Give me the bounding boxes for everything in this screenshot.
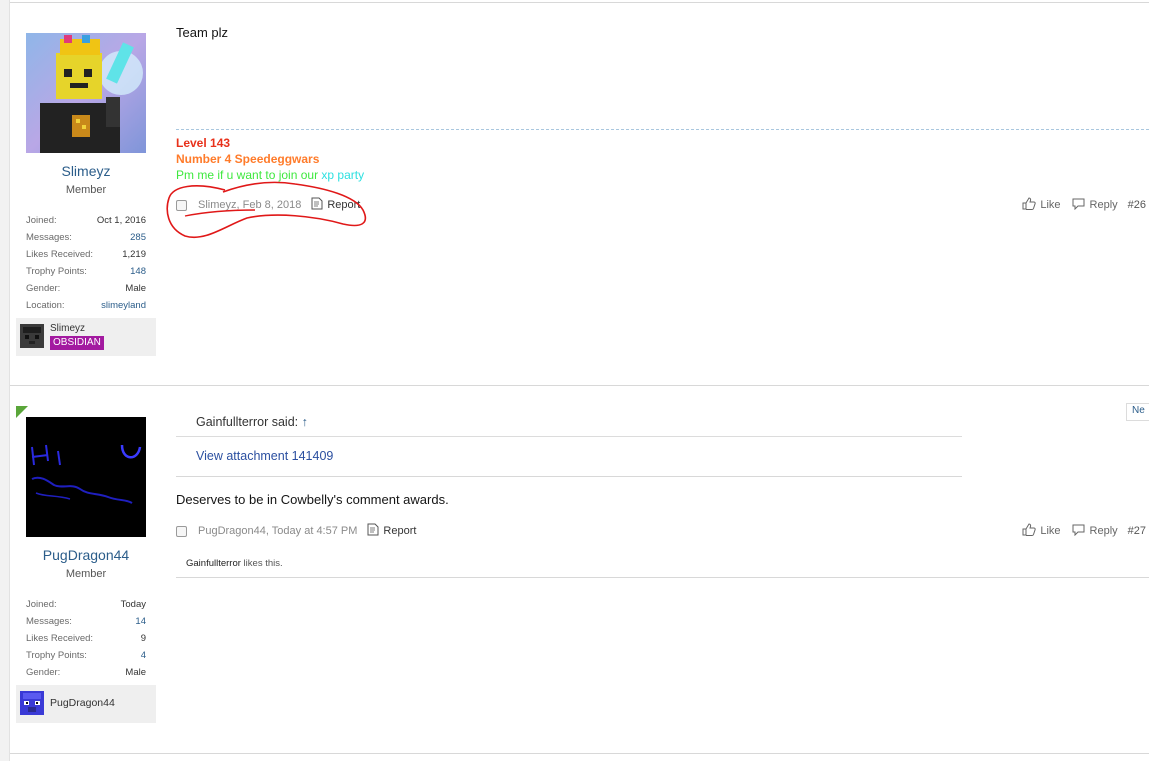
message-body: Team plz: [176, 25, 229, 40]
user-extra-box: Slimeyz OBSIDIAN: [16, 318, 156, 356]
extra-username[interactable]: PugDragon44: [50, 697, 115, 709]
stat-value-link[interactable]: 285: [130, 229, 146, 246]
post-number[interactable]: #27: [1128, 525, 1146, 537]
avatar-image-pugdragon44: [26, 417, 146, 537]
like-label: Like: [1040, 199, 1061, 211]
bottom-divider: [10, 753, 1149, 754]
quote-divider: [176, 436, 962, 437]
avatar-image-slimeyz: [26, 33, 146, 153]
thumbs-up-icon: [1022, 197, 1037, 213]
stat-gender: Gender: Male: [26, 664, 146, 681]
stat-label: Gender:: [26, 283, 61, 294]
likes-summary: Gainfullterror likes this.: [176, 548, 1149, 578]
user-title: Member: [65, 184, 107, 196]
red-annotation-scribble: [166, 181, 367, 239]
quote-block: Gainfullterror said: ↑ View attachment 1…: [176, 406, 962, 477]
stat-label: Joined:: [26, 599, 57, 610]
rank-badge: OBSIDIAN: [50, 336, 104, 350]
avatar[interactable]: [26, 417, 146, 537]
signature-divider: [176, 129, 1149, 130]
stat-gender: Gender: Male: [26, 280, 146, 297]
stat-trophy: Trophy Points: 148: [26, 263, 146, 280]
stat-messages: Messages: 285: [26, 229, 146, 246]
post-27: PugDragon44 Member Joined: Today Message…: [10, 386, 1149, 756]
stat-label: Joined:: [26, 215, 57, 226]
extra-username[interactable]: Slimeyz: [50, 323, 85, 334]
post-26: Slimeyz Member Joined: Oct 1, 2016 Messa…: [10, 0, 1149, 385]
stat-value: Male: [125, 283, 146, 294]
liker-name[interactable]: Gainfullterror: [186, 558, 241, 569]
quote-author: Gainfullterror said:: [196, 415, 299, 429]
reply-button[interactable]: Reply: [1071, 523, 1118, 539]
user-title: Member: [65, 568, 107, 580]
stat-label: Messages:: [26, 232, 72, 243]
post-meta: PugDragon44, Today at 4:57 PM Report: [176, 523, 416, 539]
reply-bubble-icon: [1071, 523, 1086, 539]
stat-location: Location: slimeyland: [26, 297, 146, 314]
report-label: Report: [383, 525, 417, 537]
reply-label: Reply: [1089, 199, 1118, 211]
stat-trophy: Trophy Points: 4: [26, 647, 146, 664]
stat-value-link[interactable]: slimeyland: [101, 297, 146, 314]
quote-header: Gainfullterror said: ↑: [196, 415, 308, 429]
stat-label: Likes Received:: [26, 249, 94, 260]
report-link[interactable]: Report: [367, 523, 416, 539]
like-button[interactable]: Like: [1022, 523, 1061, 539]
reply-button[interactable]: Reply: [1071, 197, 1118, 213]
stat-label: Trophy Points:: [26, 650, 87, 661]
attachment-link[interactable]: View attachment 141409: [196, 449, 333, 463]
like-button[interactable]: Like: [1022, 197, 1061, 213]
stat-label: Location:: [26, 300, 65, 311]
post-actions: Like Reply #27: [1012, 523, 1146, 539]
stat-value: Male: [125, 667, 146, 678]
stat-joined: Joined: Today: [26, 596, 146, 613]
page-left-gutter: [0, 0, 10, 761]
stat-value: Oct 1, 2016: [96, 215, 146, 226]
stat-label: Gender:: [26, 667, 61, 678]
reply-label: Reply: [1089, 525, 1118, 537]
signature-line-level: Level 143: [176, 136, 231, 150]
username[interactable]: PugDragon44: [16, 547, 156, 563]
user-stats: Joined: Today Messages: 14 Likes Receive…: [26, 596, 146, 681]
new-badge[interactable]: Ne: [1126, 403, 1149, 421]
stat-joined: Joined: Oct 1, 2016: [26, 212, 146, 229]
minecraft-head-icon: [20, 691, 44, 715]
post-actions: Like Reply #26: [1012, 197, 1146, 213]
reply-bubble-icon: [1071, 197, 1086, 213]
select-checkbox[interactable]: [176, 525, 187, 537]
stat-label: Likes Received:: [26, 633, 94, 644]
user-extra-box: PugDragon44: [16, 685, 156, 723]
stat-label: Messages:: [26, 616, 72, 627]
likes-summary-text: likes this.: [240, 558, 283, 569]
thumbs-up-icon: [1022, 523, 1037, 539]
stat-value: 1,219: [122, 249, 146, 260]
stat-value: 9: [140, 633, 146, 644]
stat-value-link[interactable]: 148: [130, 263, 146, 280]
message-body: Deserves to be in Cowbelly's comment awa…: [176, 492, 449, 507]
post-number[interactable]: #26: [1128, 199, 1146, 211]
stat-value-link[interactable]: 14: [135, 613, 146, 630]
avatar[interactable]: [26, 33, 146, 153]
stat-value: Today: [120, 599, 146, 610]
post-author-date[interactable]: PugDragon44, Today at 4:57 PM: [198, 525, 357, 537]
stat-likes: Likes Received: 9: [26, 630, 146, 647]
stat-likes: Likes Received: 1,219: [26, 246, 146, 263]
stat-value-link[interactable]: 4: [141, 647, 146, 664]
user-stats: Joined: Oct 1, 2016 Messages: 285 Likes …: [26, 212, 146, 314]
like-label: Like: [1040, 525, 1061, 537]
username[interactable]: Slimeyz: [16, 163, 156, 179]
stat-messages: Messages: 14: [26, 613, 146, 630]
signature-line-rank: Number 4 Speedeggwars: [176, 152, 320, 166]
quote-jump-arrow-icon[interactable]: ↑: [302, 415, 308, 429]
stat-label: Trophy Points:: [26, 266, 87, 277]
minecraft-head-icon: [20, 324, 44, 348]
report-icon: [367, 523, 379, 539]
